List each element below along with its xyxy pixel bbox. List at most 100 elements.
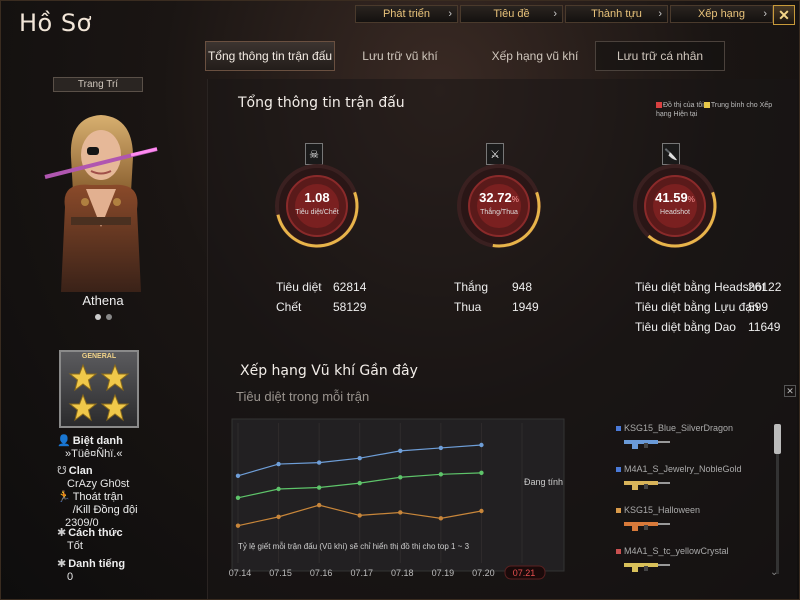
data-point — [316, 460, 322, 465]
carousel-dot[interactable] — [95, 314, 101, 320]
data-point — [235, 495, 241, 500]
recent-weapons-title: Xếp hạng Vũ khí Gần đây — [240, 363, 418, 379]
clan-info: ☋ Clan CrAzy Gh0st — [57, 465, 129, 491]
grenade-kills-value: 599 — [748, 300, 769, 314]
data-point — [438, 472, 444, 477]
kd-value: 1.08 — [304, 190, 330, 205]
rank-badge: GENERAL — [59, 350, 139, 428]
close-button[interactable]: ✕ — [773, 5, 795, 25]
clan-value: CrAzy Gh0st — [67, 478, 130, 490]
decor-button[interactable]: Trang Trí — [53, 77, 143, 92]
data-point — [316, 502, 322, 508]
x-tick-label: 07.15 — [269, 568, 292, 578]
weapon-name: KSG15_Blue_SilverDragon — [624, 423, 734, 433]
data-point — [438, 445, 444, 451]
weapon-list-item[interactable]: KSG15_Halloween — [616, 505, 700, 515]
nav-achievement-button[interactable]: Thành tựu › — [565, 5, 668, 23]
weapon-list-item[interactable]: M4A1_S_Jewelry_NobleGold — [616, 464, 742, 474]
data-point — [479, 508, 484, 514]
weapon-image — [624, 481, 670, 490]
nav-title-button[interactable]: Tiêu đề › — [460, 5, 563, 23]
deaths-label: Chết — [276, 300, 302, 314]
nickname-value: »Tüê¤Ñhï.« — [65, 448, 123, 460]
chart-note: Tỷ lệ giết mỗi trận đấu (Vũ khí) sẽ chỉ … — [238, 542, 470, 551]
tab-weapon-storage[interactable]: Lưu trữ vũ khí — [345, 41, 455, 71]
data-point — [235, 473, 241, 478]
manner-info: ✱ Cách thức Tốt — [57, 527, 123, 553]
manner-label: Cách thức — [68, 527, 123, 539]
character-name: Athena — [82, 293, 124, 308]
rank-label: GENERAL — [81, 353, 117, 360]
x-tick-label: 07.20 — [472, 568, 495, 578]
knife-kills-value: 11649 — [748, 320, 781, 334]
legend-avg-swatch — [703, 102, 710, 109]
grenade-kills-label: Tiêu diệt bằng Lựu đạn — [635, 300, 759, 314]
deaths-value: 58129 — [333, 300, 367, 314]
weapon-chart-panel: Tiêu diệt trong mỗi trận Đang tính Tỷ lệ … — [208, 383, 798, 599]
fame-label: Danh tiếng — [68, 558, 126, 570]
teammate-info: 🏃 Thoát trận /Kill Đồng đội 2309/0 — [57, 491, 143, 530]
fame-icon: ✱ — [57, 558, 67, 570]
scroll-down-icon[interactable]: ⌄ — [770, 567, 778, 578]
headshot-kills-value: 26122 — [748, 280, 782, 294]
close-icon: ✕ — [778, 6, 790, 23]
gauge-ring — [633, 164, 717, 248]
nav-label: Tiêu đề — [493, 8, 530, 20]
fame-value: 0 — [67, 571, 74, 583]
winrate-label: Thắng/Thua — [480, 209, 518, 216]
clan-icon: ☋ — [57, 465, 67, 477]
headshot-gauge: 41.59% Headshot — [632, 163, 718, 249]
character-avatar[interactable] — [41, 97, 161, 292]
top-nav: Phát triển › Tiêu đề › Thành tựu › Xếp hạng… — [355, 5, 773, 23]
weapon-color-swatch — [616, 549, 621, 555]
clan-label: Clan — [68, 465, 93, 477]
close-icon: ✕ — [786, 385, 794, 396]
weapon-list-item[interactable]: M4A1_S_tc_yellowCrystal — [616, 546, 729, 556]
chevron-right-icon: › — [763, 8, 767, 20]
wins-value: 948 — [512, 280, 533, 294]
data-point — [316, 485, 322, 490]
character-panel: Trang Trí Athena GENERAL 👤 Biệt danh »Tü… — [1, 71, 205, 600]
tab-match-overview[interactable]: Tổng thông tin trận đấu — [205, 41, 335, 71]
chart-subtitle: Tiêu diệt trong mỗi trận — [236, 389, 370, 404]
main-panel: Tổng thông tin trận đấu Đồ thị của tôi Tr… — [207, 79, 797, 599]
star-icon — [69, 364, 129, 421]
losses-label: Thua — [454, 300, 482, 314]
weapon-image — [624, 440, 670, 449]
legend-mine: Đồ thị của tôi — [663, 102, 704, 109]
tab-personal-storage[interactable]: Lưu trữ cá nhân — [595, 41, 725, 71]
skull-icon: ☠ — [305, 143, 323, 165]
weapon-color-swatch — [616, 426, 621, 432]
data-point — [398, 448, 403, 454]
data-point — [235, 523, 241, 528]
gear-icon: ✱ — [57, 527, 67, 539]
chevron-right-icon: › — [553, 8, 557, 20]
crossed-swords-icon: ⚔ — [486, 143, 504, 165]
data-point — [357, 456, 362, 461]
x-tick-label: 07.16 — [310, 568, 333, 578]
x-tick-label: 07.21 — [513, 568, 536, 578]
scrollbar-thumb[interactable] — [774, 424, 781, 454]
nav-label: Phát triển — [382, 8, 431, 20]
headshot-kills-label: Tiêu diệt bằng Headshot — [635, 280, 766, 294]
chevron-right-icon: › — [448, 8, 452, 20]
legend-mine-swatch — [656, 102, 662, 109]
nav-development-button[interactable]: Phát triển › — [355, 5, 458, 23]
winrate-gauge: 32.72% Thắng/Thua — [456, 163, 542, 249]
data-point — [357, 480, 362, 486]
data-point — [276, 461, 281, 467]
overview-title: Tổng thông tin trận đấu — [238, 95, 405, 111]
carousel-dot[interactable] — [106, 314, 112, 320]
data-point — [357, 513, 362, 518]
chart-close-button[interactable]: ✕ — [784, 385, 796, 397]
tab-weapon-ranking[interactable]: Xếp hạng vũ khí — [470, 41, 600, 71]
person-icon: 👤 — [57, 435, 71, 447]
nickname-label: Biệt danh — [72, 435, 123, 447]
data-point — [398, 475, 403, 480]
weapon-list-item[interactable]: KSG15_Blue_SilverDragon — [616, 423, 733, 433]
weapon-image — [624, 522, 670, 531]
weapon-color-swatch — [616, 467, 621, 473]
manner-value: Tốt — [67, 540, 83, 552]
nav-ranking-button[interactable]: Xếp hạng › — [670, 5, 773, 23]
weapon-name: M4A1_S_Jewelry_NobleGold — [624, 464, 742, 474]
